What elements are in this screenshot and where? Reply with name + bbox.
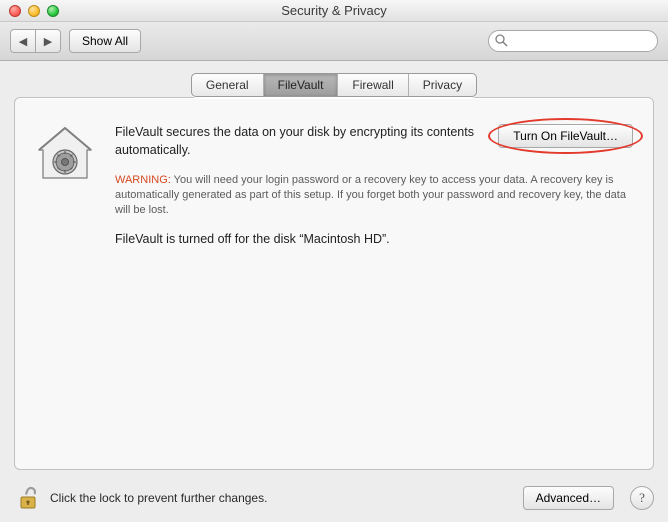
lock-button[interactable] <box>14 484 42 512</box>
filevault-warning: WARNING: You will need your login passwo… <box>115 173 633 218</box>
tab-filevault[interactable]: FileVault <box>263 74 338 96</box>
close-window-button[interactable] <box>9 5 21 17</box>
turn-on-filevault-wrap: Turn On FileVault… <box>498 124 633 148</box>
content-panel: FileVault secures the data on your disk … <box>14 97 654 470</box>
preferences-window: Security & Privacy ◀ ▶ Show All <box>0 0 668 522</box>
panel-content: FileVault secures the data on your disk … <box>15 98 653 266</box>
turn-on-filevault-label: Turn On FileVault… <box>513 129 618 143</box>
forward-button[interactable]: ▶ <box>35 30 60 52</box>
zoom-window-button[interactable] <box>47 5 59 17</box>
search-field-wrap <box>488 30 658 52</box>
toolbar: ◀ ▶ Show All <box>0 22 668 61</box>
show-all-label: Show All <box>82 34 128 48</box>
tab-segment: General FileVault Firewall Privacy <box>191 73 477 97</box>
show-all-button[interactable]: Show All <box>69 29 141 53</box>
chevron-right-icon: ▶ <box>44 35 52 48</box>
chevron-left-icon: ◀ <box>19 35 27 48</box>
turn-on-filevault-button[interactable]: Turn On FileVault… <box>498 124 633 148</box>
tab-firewall[interactable]: Firewall <box>337 74 407 96</box>
footer: Click the lock to prevent further change… <box>0 478 668 522</box>
window-title: Security & Privacy <box>0 3 668 18</box>
tabs: General FileVault Firewall Privacy <box>14 73 654 97</box>
filevault-status: FileVault is turned off for the disk “Ma… <box>115 232 633 246</box>
filevault-top-row: FileVault secures the data on your disk … <box>115 124 633 159</box>
minimize-window-button[interactable] <box>28 5 40 17</box>
advanced-label: Advanced… <box>536 491 601 505</box>
body-area: FileVault secures the data on your disk … <box>0 61 668 478</box>
tab-privacy[interactable]: Privacy <box>408 74 476 96</box>
warning-label: WARNING: <box>115 174 171 186</box>
lock-hint-text: Click the lock to prevent further change… <box>50 491 267 505</box>
panel-wrap: FileVault secures the data on your disk … <box>14 85 654 470</box>
nav-segment: ◀ ▶ <box>10 29 61 53</box>
traffic-lights <box>0 5 59 17</box>
search-icon <box>495 34 508 50</box>
back-button[interactable]: ◀ <box>11 30 35 52</box>
filevault-icon <box>35 124 95 182</box>
tab-general[interactable]: General <box>192 74 263 96</box>
filevault-text-block: FileVault secures the data on your disk … <box>115 124 633 246</box>
advanced-button[interactable]: Advanced… <box>523 486 614 510</box>
help-icon: ? <box>639 490 645 506</box>
search-input[interactable] <box>488 30 658 52</box>
filevault-description: FileVault secures the data on your disk … <box>115 124 482 159</box>
warning-text: You will need your login password or a r… <box>115 174 626 216</box>
help-button[interactable]: ? <box>630 486 654 510</box>
unlocked-lock-icon <box>15 485 41 511</box>
titlebar: Security & Privacy <box>0 0 668 22</box>
